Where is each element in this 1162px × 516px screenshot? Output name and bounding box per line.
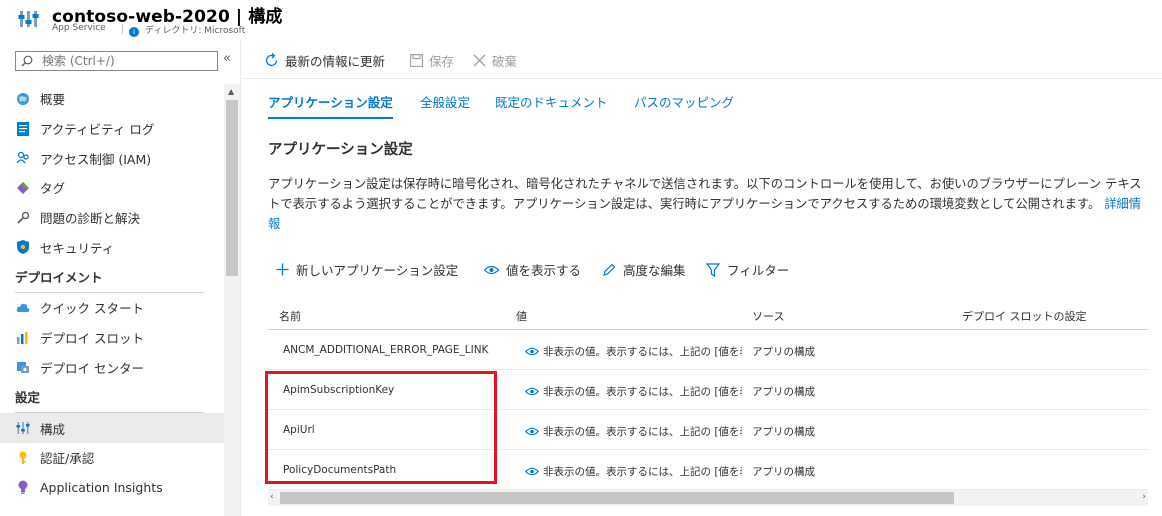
tag-icon <box>16 181 30 195</box>
section-title: アプリケーション設定 <box>268 142 413 158</box>
collapse-sidebar-button[interactable]: « <box>223 51 231 66</box>
scrollbar-thumb[interactable] <box>226 100 238 276</box>
setting-name[interactable]: ANCM_ADDITIONAL_ERROR_PAGE_LINK <box>283 344 513 356</box>
wrench-icon <box>16 211 30 225</box>
app-service-config-icon <box>18 11 39 27</box>
slots-icon <box>16 331 30 345</box>
setting-source: アプリの構成 <box>752 466 815 478</box>
section-heading-deployment: デプロイメント <box>15 270 103 286</box>
filter-button[interactable]: フィルター <box>706 260 789 279</box>
sidebar-item-overview[interactable]: 概要 <box>0 84 224 114</box>
sidebar-nav: 概要 アクティビティ ログ アクセス制御 (IAM) タグ 問題の診断と解決 セ… <box>0 84 224 502</box>
tab-default-documents[interactable]: 既定のドキュメント <box>495 92 608 111</box>
info-icon: i <box>129 27 139 37</box>
sidebar-item-label: アクティビティ ログ <box>40 122 155 138</box>
sidebar-item-label: 構成 <box>40 421 66 437</box>
sidebar-item-label: 認証/承認 <box>40 451 95 467</box>
pencil-icon <box>602 263 616 277</box>
sidebar-item-security[interactable]: セキュリティ <box>0 232 224 262</box>
section-description: アプリケーション設定は保存時に暗号化され、暗号化されたチャネルで送信されます。以… <box>268 174 1152 234</box>
tab-path-mappings[interactable]: パスのマッピング <box>634 92 734 111</box>
sidebar-item-label: 問題の診断と解決 <box>40 211 141 227</box>
bulb-icon <box>16 480 30 495</box>
sidebar-item-diagnose[interactable]: 問題の診断と解決 <box>0 203 224 233</box>
new-setting-button[interactable]: 新しいアプリケーション設定 <box>276 260 458 279</box>
sidebar-item-quickstart[interactable]: クイック スタート <box>0 293 224 323</box>
column-header-name[interactable]: 名前 <box>279 308 301 324</box>
globe-icon <box>16 92 30 106</box>
command-bar: 最新の情報に更新 保存 破棄 <box>242 39 1162 79</box>
setting-source: アプリの構成 <box>752 426 815 438</box>
table-row[interactable]: ANCM_ADDITIONAL_ERROR_PAGE_LINK 非表示の値。表示… <box>268 330 1148 370</box>
sidebar-item-label: デプロイ スロット <box>40 331 144 347</box>
description-text: アプリケーション設定は保存時に暗号化され、暗号化されたチャネルで送信されます。以… <box>268 177 1142 211</box>
tab-general-settings[interactable]: 全般設定 <box>420 92 470 111</box>
setting-value[interactable]: 非表示の値。表示するには、上記の [値を表示する] をクリックしてください <box>525 424 742 439</box>
directory-info: i ディレクトリ: Microsoft <box>122 23 245 37</box>
filter-icon <box>706 262 720 277</box>
search-input[interactable] <box>42 53 212 69</box>
grid-horizontal-scrollbar[interactable]: ‹ › <box>268 490 1148 506</box>
scroll-up-icon[interactable]: ▲ <box>228 87 234 96</box>
sidebar-item-tags[interactable]: タグ <box>0 173 224 203</box>
setting-value[interactable]: 非表示の値。表示するには、上記の [値を表示する] をクリックしてください <box>525 384 742 399</box>
setting-value[interactable]: 非表示の値。表示するには、上記の [値を表示する] をクリックしてください <box>525 344 742 359</box>
sidebar-item-deploy-center[interactable]: デプロイ センター <box>0 353 224 383</box>
key-icon <box>16 451 30 465</box>
sidebar-item-activity-log[interactable]: アクティビティ ログ <box>0 114 224 144</box>
sidebar-item-label: デプロイ センター <box>40 360 144 376</box>
sidebar-item-label: 概要 <box>40 92 66 108</box>
eye-icon <box>525 467 539 476</box>
column-header-slot-setting[interactable]: デプロイ スロットの設定 <box>962 308 1087 324</box>
header: contoso-web-2020 | 構成 App Service i ディレクト… <box>0 0 1162 39</box>
scroll-left-icon[interactable]: ‹ <box>270 492 274 502</box>
shield-icon <box>16 240 30 255</box>
close-icon <box>473 54 486 67</box>
sidebar-item-iam[interactable]: アクセス制御 (IAM) <box>0 143 224 173</box>
config-icon <box>16 421 30 435</box>
column-header-source[interactable]: ソース <box>752 308 784 324</box>
column-header-value[interactable]: 値 <box>516 308 527 324</box>
highlight-annotation-box <box>265 371 497 484</box>
sidebar-item-label: タグ <box>40 181 66 197</box>
sidebar-scrollbar[interactable]: ▲ <box>224 84 240 516</box>
sidebar-item-configuration[interactable]: 構成 <box>0 413 224 443</box>
search-icon <box>21 55 33 67</box>
log-icon <box>16 121 30 136</box>
scrollbar-thumb[interactable] <box>280 492 954 504</box>
plus-icon <box>276 263 289 276</box>
show-values-button[interactable]: 値を表示する <box>484 260 581 279</box>
sidebar-item-label: クイック スタート <box>40 301 144 317</box>
eye-icon <box>525 347 539 356</box>
sidebar-item-label: アクセス制御 (IAM) <box>40 151 152 167</box>
sidebar-search[interactable] <box>15 51 218 71</box>
eye-icon <box>525 427 539 436</box>
setting-value[interactable]: 非表示の値。表示するには、上記の [値を表示する] をクリックしてください <box>525 464 742 479</box>
eye-icon <box>484 265 499 275</box>
cloud-icon <box>16 301 30 315</box>
sidebar-item-label: セキュリティ <box>40 240 115 256</box>
sidebar-item-auth[interactable]: 認証/承認 <box>0 443 224 473</box>
sidebar-item-label: Application Insights <box>40 479 163 495</box>
eye-icon <box>525 387 539 396</box>
tab-app-settings[interactable]: アプリケーション設定 <box>268 92 393 119</box>
refresh-button[interactable]: 最新の情報に更新 <box>264 51 385 70</box>
section-heading-settings: 設定 <box>15 390 41 406</box>
setting-source: アプリの構成 <box>752 346 815 358</box>
refresh-icon <box>264 53 279 68</box>
resource-type: App Service <box>52 23 106 33</box>
grid-header: 名前 値 ソース デプロイ スロットの設定 <box>268 298 1148 330</box>
setting-source: アプリの構成 <box>752 386 815 398</box>
save-button[interactable]: 保存 <box>410 51 454 70</box>
deploy-center-icon <box>16 360 30 374</box>
advanced-edit-button[interactable]: 高度な編集 <box>602 260 686 279</box>
people-icon <box>16 151 30 165</box>
sidebar-item-app-insights[interactable]: Application Insights <box>0 473 224 503</box>
scroll-right-icon[interactable]: › <box>1142 492 1146 502</box>
discard-button[interactable]: 破棄 <box>473 51 517 70</box>
sidebar: « 概要 アクティビティ ログ アクセス制御 (IAM) タグ 問題の診断と解決… <box>0 39 241 516</box>
sidebar-item-deploy-slots[interactable]: デプロイ スロット <box>0 323 224 353</box>
save-icon <box>410 54 423 67</box>
